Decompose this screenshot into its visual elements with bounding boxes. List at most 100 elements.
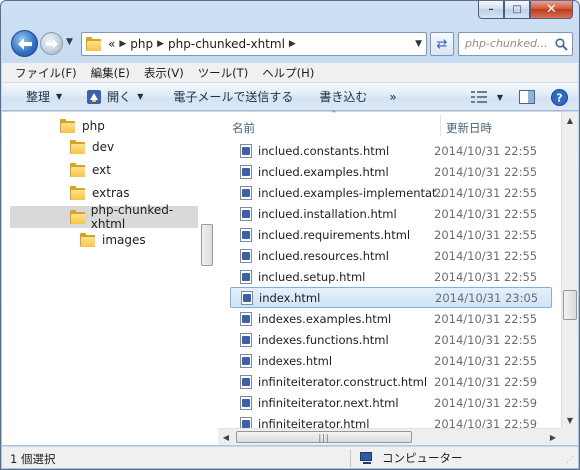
email-button[interactable]: 電子メールで送信する bbox=[155, 83, 305, 111]
navigation-scrollbar[interactable] bbox=[199, 112, 214, 445]
file-date-modified: 2014/10/31 22:55 bbox=[434, 332, 538, 347]
file-row[interactable]: infiniteiterator.html 2014/10/31 22:59 bbox=[230, 413, 552, 428]
status-bar: 1 個選択 コンピューター ⋰ bbox=[2, 446, 578, 468]
folder-icon bbox=[70, 209, 85, 224]
html-file-icon bbox=[240, 248, 252, 263]
file-row[interactable]: indexes.examples.html 2014/10/31 22:55 bbox=[230, 308, 552, 329]
tree-item-label: dev bbox=[92, 140, 115, 154]
file-row[interactable]: inclued.installation.html 2014/10/31 22:5… bbox=[230, 203, 552, 224]
selection-count: 1 個選択 bbox=[10, 452, 56, 466]
address-dropdown-icon[interactable]: ▼ bbox=[415, 39, 422, 49]
navigation-scroll-thumb[interactable] bbox=[201, 224, 213, 266]
tree-item-label: php bbox=[82, 119, 105, 133]
file-name: inclued.installation.html bbox=[258, 206, 397, 221]
file-date-modified: 2014/10/31 22:55 bbox=[434, 248, 538, 263]
tree-item-images[interactable]: images bbox=[80, 229, 146, 251]
more-commands-label: » bbox=[389, 89, 397, 104]
minimize-button[interactable]: – bbox=[478, 1, 504, 19]
search-icon[interactable] bbox=[555, 38, 568, 51]
file-row[interactable]: inclued.setup.html 2014/10/31 22:55 bbox=[230, 266, 552, 287]
file-date-modified: 2014/10/31 22:55 bbox=[434, 311, 538, 326]
maximize-button[interactable]: □ bbox=[504, 1, 530, 19]
command-bar: 整理 ▼ 開く ▼ 電子メールで送信する 書き込む » ▼ ? bbox=[2, 83, 578, 111]
file-row[interactable]: infiniteiterator.construct.html 2014/10/3… bbox=[230, 371, 552, 392]
file-date-modified: 2014/10/31 22:55 bbox=[434, 185, 538, 200]
file-row[interactable]: inclued.examples-implementat... 2014/10/3… bbox=[230, 182, 552, 203]
file-row[interactable]: inclued.examples.html 2014/10/31 22:55 bbox=[230, 161, 552, 182]
tree-item-ext[interactable]: ext bbox=[70, 159, 111, 181]
breadcrumb-separator[interactable]: ▶ bbox=[119, 39, 126, 49]
close-button[interactable]: ✕ bbox=[530, 1, 573, 19]
refresh-icon: ⇄ bbox=[436, 36, 448, 52]
search-input[interactable]: php-chunked... bbox=[458, 32, 573, 56]
scrollbar-corner bbox=[561, 428, 578, 445]
open-button[interactable]: 開く ▼ bbox=[74, 83, 155, 111]
file-row[interactable]: indexes.html 2014/10/31 22:55 bbox=[230, 350, 552, 371]
tree-item-extras[interactable]: extras bbox=[70, 182, 130, 204]
menu-tools[interactable]: ツール(T) bbox=[191, 65, 256, 81]
open-label: 開く bbox=[107, 90, 132, 104]
refresh-button[interactable]: ⇄ bbox=[430, 32, 454, 56]
file-name: index.html bbox=[259, 290, 321, 305]
address-bar[interactable]: « ▶ php ▶ php-chunked-xhtml ▶ ▼ bbox=[81, 32, 427, 56]
file-name: inclued.resources.html bbox=[258, 248, 389, 263]
scroll-left-arrow[interactable]: ◀ bbox=[218, 429, 234, 445]
file-row[interactable]: inclued.requirements.html 2014/10/31 22:5… bbox=[230, 224, 552, 245]
resize-grip-icon[interactable]: ⋰ bbox=[566, 456, 576, 466]
breadcrumb-separator[interactable]: ▶ bbox=[157, 39, 164, 49]
file-row[interactable]: inclued.constants.html 2014/10/31 22:55 bbox=[230, 140, 552, 161]
menu-view[interactable]: 表示(V) bbox=[137, 65, 191, 81]
file-list-vertical-scrollbar[interactable]: ▲ ▼ bbox=[561, 112, 578, 428]
file-list: inclued.constants.html 2014/10/31 22:55 in… bbox=[218, 112, 561, 428]
folder-icon bbox=[70, 185, 85, 200]
scroll-down-arrow[interactable]: ▼ bbox=[562, 412, 578, 428]
menu-file[interactable]: ファイル(F) bbox=[8, 65, 84, 81]
html-file-icon bbox=[240, 269, 252, 284]
tree-item-php-chunked-xhtml[interactable]: php-chunked-xhtml bbox=[10, 203, 198, 231]
file-name: inclued.examples-implementat... bbox=[258, 185, 444, 200]
caption-buttons: – □ ✕ bbox=[478, 1, 573, 19]
preview-pane-button[interactable] bbox=[511, 83, 543, 111]
breadcrumb-separator[interactable]: ▶ bbox=[289, 39, 296, 49]
search-placeholder: php-chunked... bbox=[465, 37, 548, 50]
breadcrumb-php-chunked-xhtml[interactable]: php-chunked-xhtml bbox=[168, 37, 285, 51]
svg-text:?: ? bbox=[556, 91, 562, 104]
horizontal-scroll-thumb[interactable]: ||| bbox=[236, 431, 412, 443]
file-row[interactable]: inclued.resources.html 2014/10/31 22:55 bbox=[230, 245, 552, 266]
more-commands-button[interactable]: » bbox=[379, 83, 408, 111]
scroll-right-arrow[interactable]: ▶ bbox=[545, 429, 561, 445]
file-row[interactable]: indexes.functions.html 2014/10/31 22:55 bbox=[230, 329, 552, 350]
menu-edit[interactable]: 編集(E) bbox=[84, 65, 137, 81]
location-label: コンピューター bbox=[382, 451, 463, 465]
tree-item-php[interactable]: php bbox=[60, 115, 105, 137]
burn-button[interactable]: 書き込む bbox=[305, 83, 379, 111]
file-row[interactable]: infiniteiterator.next.html 2014/10/31 22:… bbox=[230, 392, 552, 413]
preview-pane-icon bbox=[519, 90, 535, 104]
tree-item-dev[interactable]: dev bbox=[70, 136, 114, 158]
html-file-icon bbox=[240, 374, 252, 389]
status-location: コンピューター bbox=[360, 450, 463, 466]
html-file-icon bbox=[240, 143, 252, 158]
file-list-horizontal-scrollbar[interactable]: ◀ ||| ▶ bbox=[218, 428, 561, 445]
scroll-up-arrow[interactable]: ▲ bbox=[562, 112, 578, 128]
organize-button[interactable]: 整理 ▼ bbox=[2, 83, 74, 111]
breadcrumb-php[interactable]: php bbox=[130, 37, 153, 51]
computer-icon bbox=[360, 451, 376, 465]
back-button[interactable] bbox=[11, 30, 38, 57]
breadcrumb-overflow[interactable]: « bbox=[108, 37, 115, 51]
file-date-modified: 2014/10/31 22:55 bbox=[434, 164, 538, 179]
chevron-down-icon: ▼ bbox=[56, 92, 63, 101]
status-divider bbox=[350, 449, 351, 467]
folder-icon bbox=[70, 162, 85, 177]
burn-label: 書き込む bbox=[319, 90, 368, 104]
file-name: inclued.setup.html bbox=[258, 269, 366, 284]
help-button[interactable]: ? bbox=[543, 83, 578, 111]
view-options-button[interactable]: ▼ bbox=[463, 83, 511, 111]
forward-button[interactable] bbox=[40, 32, 63, 55]
recent-pages-dropdown[interactable]: ▼ bbox=[66, 37, 73, 47]
file-row[interactable]: index.html 2014/10/31 23:05 bbox=[230, 287, 552, 308]
file-list-scroll-thumb[interactable] bbox=[563, 290, 577, 320]
menu-help[interactable]: ヘルプ(H) bbox=[255, 65, 321, 81]
folder-icon bbox=[86, 37, 102, 51]
file-list-pane: ⌃ 名前 更新日時 inclued.constants.html 2014/10/… bbox=[218, 110, 578, 445]
